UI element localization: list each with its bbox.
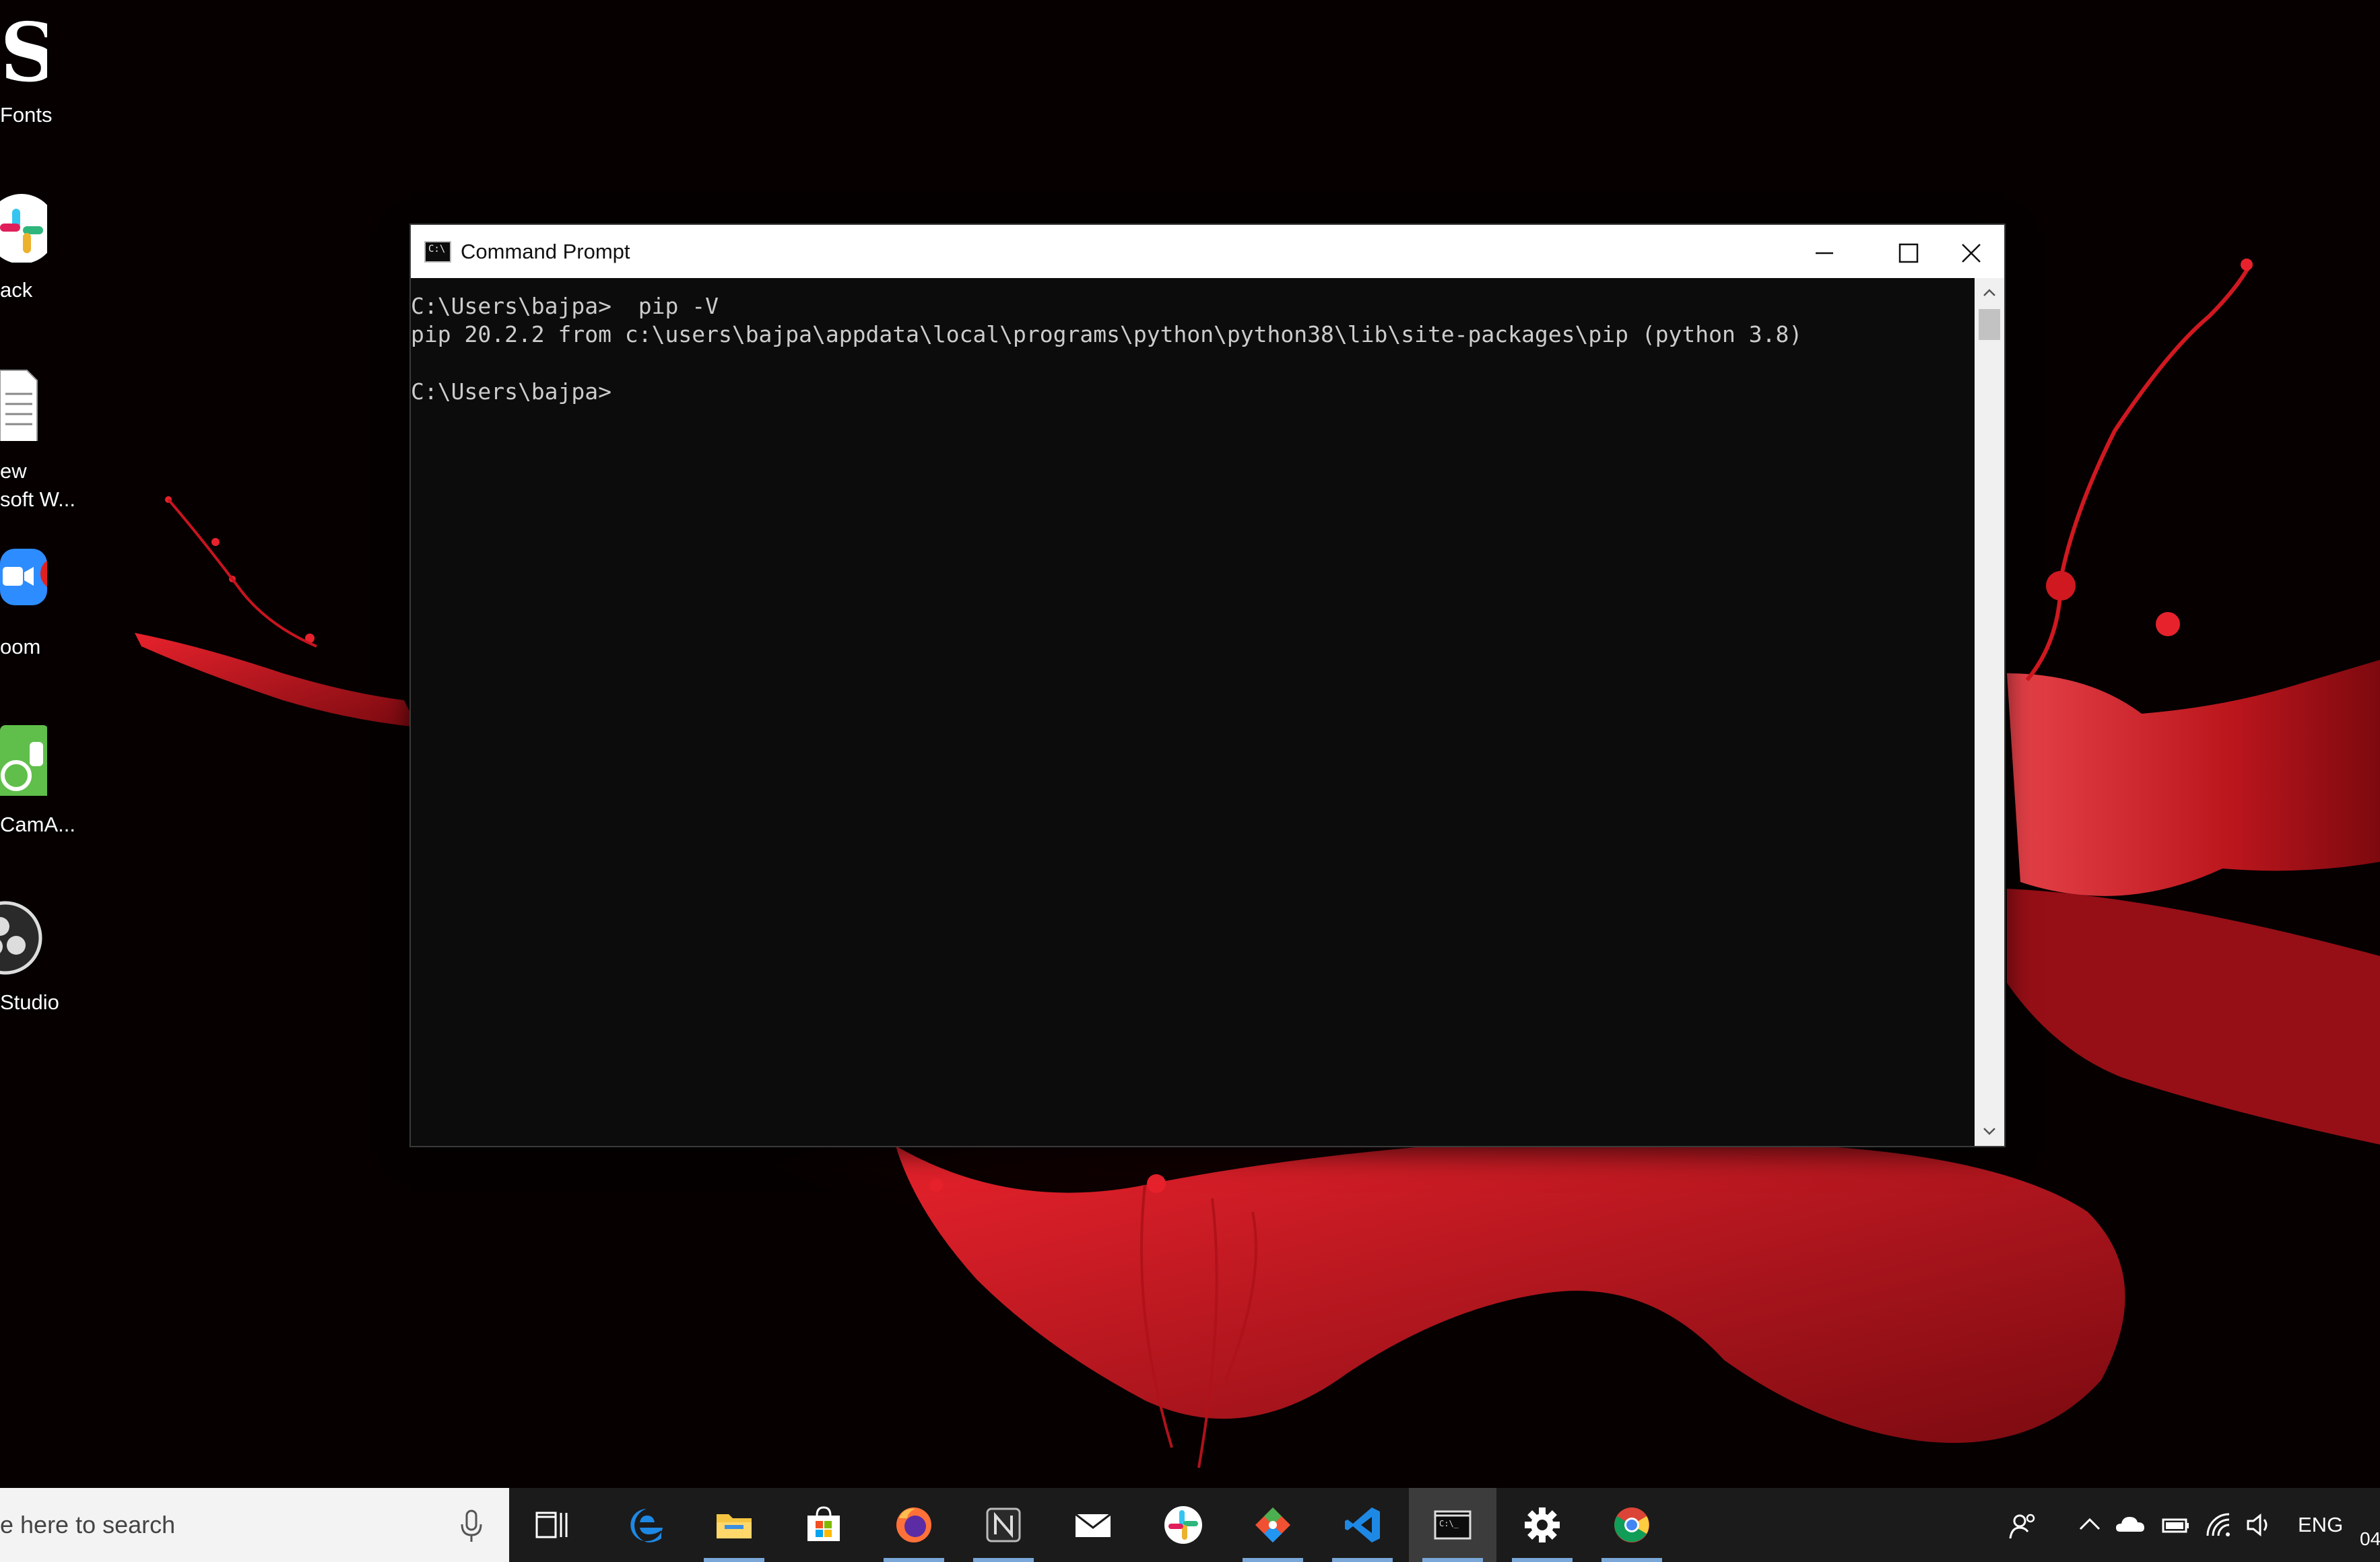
document-icon xyxy=(0,370,38,441)
running-indicator xyxy=(884,1558,944,1562)
taskbar-slack[interactable] xyxy=(1139,1488,1227,1562)
svg-text:C:\_: C:\_ xyxy=(1439,1519,1459,1528)
command-prompt-window[interactable]: C:\ Command Prompt C:\Users\bajpa> pip -… xyxy=(411,225,2004,1146)
maximize-icon xyxy=(1898,243,1919,263)
slack-icon xyxy=(0,194,47,263)
desktop-icon-label: oom xyxy=(0,635,41,658)
gear-icon xyxy=(1525,1507,1560,1542)
vertical-scrollbar[interactable] xyxy=(1975,278,2004,1146)
firefox-icon xyxy=(896,1507,931,1542)
minimize-button[interactable] xyxy=(1781,225,1865,278)
desktop-icon-label: CamA... xyxy=(0,813,75,836)
store-icon xyxy=(807,1506,840,1541)
console-prompt-line: C:\Users\bajpa> xyxy=(411,378,612,405)
cmd-app-icon: C:\ xyxy=(424,241,451,263)
microphone-icon[interactable] xyxy=(458,1509,485,1543)
title-bar[interactable]: C:\ Command Prompt xyxy=(411,225,2004,278)
clock[interactable]: 04 xyxy=(2360,1528,2380,1550)
close-icon xyxy=(1962,244,1981,263)
console-output[interactable]: C:\Users\bajpa> pip -V pip 20.2.2 from c… xyxy=(411,278,1975,1146)
task-view-icon xyxy=(535,1512,568,1538)
taskbar-task-view[interactable] xyxy=(509,1488,597,1562)
taskbar-vscode[interactable] xyxy=(1319,1488,1406,1562)
language-indicator[interactable]: ENG xyxy=(2298,1488,2343,1562)
close-button[interactable] xyxy=(1937,225,2004,278)
console-line: pip 20.2.2 from c:\users\bajpa\appdata\l… xyxy=(411,321,1803,347)
minimize-icon xyxy=(1816,252,1833,254)
vscode-icon xyxy=(1345,1507,1380,1542)
chevron-up-icon xyxy=(1983,289,1995,296)
running-indicator xyxy=(1512,1558,1573,1562)
taskbar-edge[interactable] xyxy=(603,1488,690,1562)
chevron-down-icon xyxy=(1983,1128,1995,1135)
people-icon[interactable] xyxy=(2009,1512,2039,1541)
search-placeholder: e here to search xyxy=(0,1511,176,1538)
taskbar-mail[interactable] xyxy=(1049,1488,1137,1562)
taskbar-file-explorer[interactable] xyxy=(690,1488,778,1562)
taskbar-chrome[interactable] xyxy=(1588,1488,1676,1562)
battery-icon[interactable] xyxy=(2160,1512,2190,1538)
taskbar-search-box[interactable]: e here to search xyxy=(0,1488,509,1562)
running-indicator xyxy=(973,1558,1034,1562)
console-line: C:\Users\bajpa> pip -V xyxy=(411,293,719,319)
fonts-icon: S xyxy=(0,13,47,88)
terminal-icon: C:\_ xyxy=(1434,1510,1472,1540)
scroll-down-button[interactable] xyxy=(1975,1116,2004,1146)
desktop-icon-label: Fonts xyxy=(0,103,53,127)
android-cam-icon xyxy=(0,725,47,796)
zoom-icon xyxy=(0,549,47,605)
taskbar-settings[interactable] xyxy=(1498,1488,1586,1562)
running-indicator xyxy=(1332,1558,1393,1562)
taskbar-git[interactable] xyxy=(1229,1488,1317,1562)
taskbar-firefox[interactable] xyxy=(870,1488,958,1562)
git-icon xyxy=(1255,1507,1290,1542)
obs-icon xyxy=(0,901,42,975)
taskbar: e here to search C:\_ ENG 04 xyxy=(0,1488,2380,1562)
notion-icon xyxy=(986,1507,1021,1542)
chrome-icon xyxy=(1614,1507,1649,1542)
onedrive-icon[interactable] xyxy=(2115,1512,2147,1538)
running-indicator xyxy=(704,1558,764,1562)
desktop-icon-label: ew xyxy=(0,459,27,483)
edge-icon xyxy=(630,1509,663,1542)
running-indicator xyxy=(1243,1558,1303,1562)
desktop-icon-label: soft W... xyxy=(0,487,75,511)
desktop-icon-label: ack xyxy=(0,278,33,302)
scroll-up-button[interactable] xyxy=(1975,278,2004,308)
window-title: Command Prompt xyxy=(461,240,630,263)
svg-text:S: S xyxy=(0,13,47,88)
running-indicator xyxy=(1422,1558,1483,1562)
taskbar-notion[interactable] xyxy=(960,1488,1047,1562)
slack-icon xyxy=(1164,1506,1202,1544)
running-indicator xyxy=(1601,1558,1662,1562)
taskbar-microsoft-store[interactable] xyxy=(780,1488,867,1562)
desktop-icon-label: Studio xyxy=(0,990,59,1014)
scroll-thumb[interactable] xyxy=(1979,309,2000,340)
volume-icon[interactable] xyxy=(2245,1512,2275,1538)
mail-icon xyxy=(1075,1513,1111,1537)
chevron-up-icon[interactable] xyxy=(2076,1512,2103,1538)
folder-icon xyxy=(717,1514,752,1538)
taskbar-command-prompt[interactable]: C:\_ xyxy=(1409,1488,1496,1562)
wifi-icon[interactable] xyxy=(2205,1512,2235,1538)
